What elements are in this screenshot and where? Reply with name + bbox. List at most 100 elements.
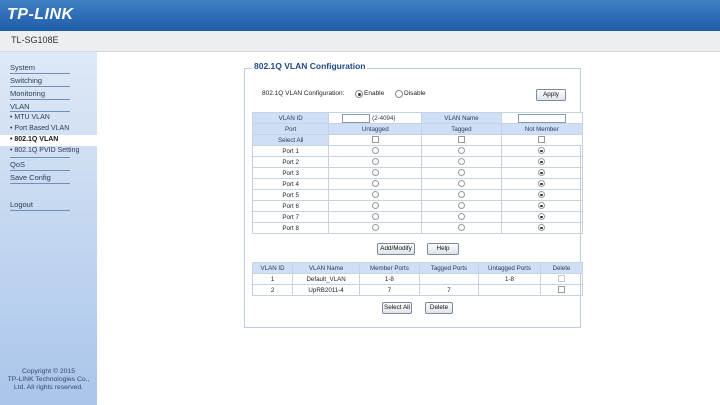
not-member-radio[interactable] <box>538 169 546 177</box>
select-all-not-member-cell <box>500 134 584 146</box>
untagged-radio[interactable] <box>371 158 379 166</box>
port-name: Port 7 <box>251 211 330 223</box>
vlan-id-cell: (2-4094) <box>328 112 423 124</box>
enable-radio[interactable] <box>355 90 363 98</box>
divider <box>10 210 70 211</box>
port-row: Port 5 <box>251 189 584 201</box>
tp-link-logo: TP-LINK <box>7 6 74 23</box>
sidebar-item-8021q-vlan[interactable]: • 802.1Q VLAN <box>10 136 58 143</box>
not-member-radio[interactable] <box>538 147 546 155</box>
help-button[interactable]: Help <box>427 243 459 255</box>
divider <box>10 183 70 184</box>
select-all-not-member-checkbox[interactable] <box>538 136 546 144</box>
not-member-radio[interactable] <box>538 191 546 199</box>
vlan-table-header: VLAN ID <box>251 262 294 274</box>
delete-button[interactable]: Delete <box>425 302 453 314</box>
port-name: Port 2 <box>251 156 330 168</box>
table-row: 2 UpRB2011-4 7 7 <box>251 284 584 296</box>
not-member-radio[interactable] <box>538 213 546 221</box>
not-member-radio[interactable] <box>538 224 546 232</box>
copyright: Copyright © 2015 TP-LINK Technologies Co… <box>0 368 97 392</box>
disable-radio[interactable] <box>395 90 403 98</box>
select-all-label: Select All <box>251 134 330 146</box>
tagged-radio[interactable] <box>457 158 465 166</box>
port-name: Port 3 <box>251 167 330 179</box>
untagged-radio[interactable] <box>371 169 379 177</box>
vlan-table-header: Delete <box>539 262 584 274</box>
vlan-table-header: Untagged Ports <box>478 262 541 274</box>
config-label: 802.1Q VLAN Configuration: <box>262 90 345 97</box>
tagged-ports-value: 7 <box>418 284 480 296</box>
sidebar-item-qos[interactable]: QoS <box>10 160 25 169</box>
sidebar-item-system[interactable]: System <box>10 63 35 72</box>
sidebar-item-mtu-vlan[interactable]: • MTU VLAN <box>10 114 50 121</box>
divider <box>10 157 70 158</box>
not-member-radio[interactable] <box>538 158 546 166</box>
port-name: Port 8 <box>251 222 330 234</box>
apply-button[interactable]: Apply <box>536 89 566 101</box>
column-header-port: Port <box>251 123 330 135</box>
tagged-radio[interactable] <box>457 169 465 177</box>
port-name: Port 5 <box>251 189 330 201</box>
vlan-name-value: Default_VLAN <box>292 273 361 285</box>
not-member-radio[interactable] <box>538 180 546 188</box>
untagged-radio[interactable] <box>371 224 379 232</box>
sidebar-item-vlan[interactable]: VLAN <box>10 102 30 111</box>
select-all-tagged-checkbox[interactable] <box>457 136 465 144</box>
tagged-radio[interactable] <box>457 202 465 210</box>
divider <box>10 86 70 87</box>
tagged-ports-value <box>418 273 480 285</box>
select-all-untagged-checkbox[interactable] <box>371 136 379 144</box>
port-name: Port 6 <box>251 200 330 212</box>
port-row: Port 8 <box>251 222 584 234</box>
member-ports-value: 7 <box>359 284 420 296</box>
device-model: TL-SG108E <box>11 35 59 45</box>
divider <box>10 73 70 74</box>
untagged-radio[interactable] <box>371 180 379 188</box>
tagged-radio[interactable] <box>457 180 465 188</box>
untagged-radio[interactable] <box>371 213 379 221</box>
sidebar-item-logout[interactable]: Logout <box>10 200 33 209</box>
sidebar-item-switching[interactable]: Switching <box>10 76 42 85</box>
port-name: Port 1 <box>251 145 330 157</box>
select-all-tagged-cell <box>421 134 502 146</box>
enable-label: Enable <box>364 90 385 97</box>
not-member-radio[interactable] <box>538 202 546 210</box>
select-all-untagged-cell <box>328 134 423 146</box>
untagged-radio[interactable] <box>371 147 379 155</box>
disable-label: Disable <box>404 90 426 97</box>
tagged-radio[interactable] <box>457 191 465 199</box>
panel-title: 802.1Q VLAN Configuration <box>252 61 368 71</box>
column-header-tagged: Tagged <box>421 123 502 135</box>
port-name: Port 4 <box>251 178 330 190</box>
port-membership-table: VLAN ID (2-4094) VLAN Name Port Untagged… <box>251 112 584 234</box>
copyright-line: Copyright © 2015 <box>22 368 75 375</box>
delete-cell <box>539 273 584 285</box>
untagged-ports-value <box>478 284 541 296</box>
tagged-radio[interactable] <box>457 147 465 155</box>
vlan-id-hint: (2-4094) <box>372 114 396 122</box>
delete-cell <box>539 284 584 296</box>
column-header-not-member: Not Member <box>500 123 584 135</box>
sidebar-item-8021q-pvid-setting[interactable]: • 802.1Q PVID Setting <box>10 147 79 154</box>
vlan-name-input[interactable] <box>517 113 566 123</box>
untagged-radio[interactable] <box>371 202 379 210</box>
vlan-id-input[interactable] <box>342 113 371 123</box>
add-modify-button[interactable]: Add/Modify <box>377 243 415 255</box>
sidebar-item-save-config[interactable]: Save Config <box>10 173 51 182</box>
divider <box>10 170 70 171</box>
copyright-line: Ltd. All rights reserved. <box>13 384 84 391</box>
untagged-ports-value: 1-8 <box>478 273 541 285</box>
sidebar-item-monitoring[interactable]: Monitoring <box>10 89 45 98</box>
divider <box>10 111 70 112</box>
select-all-button[interactable]: Select All <box>382 302 412 314</box>
divider <box>10 99 70 100</box>
vlan-table-header: Tagged Ports <box>418 262 480 274</box>
column-header-untagged: Untagged <box>328 123 423 135</box>
tagged-radio[interactable] <box>457 224 465 232</box>
sidebar-item-port-based-vlan[interactable]: • Port Based VLAN <box>10 125 69 132</box>
delete-checkbox[interactable] <box>557 286 565 294</box>
untagged-radio[interactable] <box>371 191 379 199</box>
vlan-name-value: UpRB2011-4 <box>292 284 361 296</box>
tagged-radio[interactable] <box>457 213 465 221</box>
